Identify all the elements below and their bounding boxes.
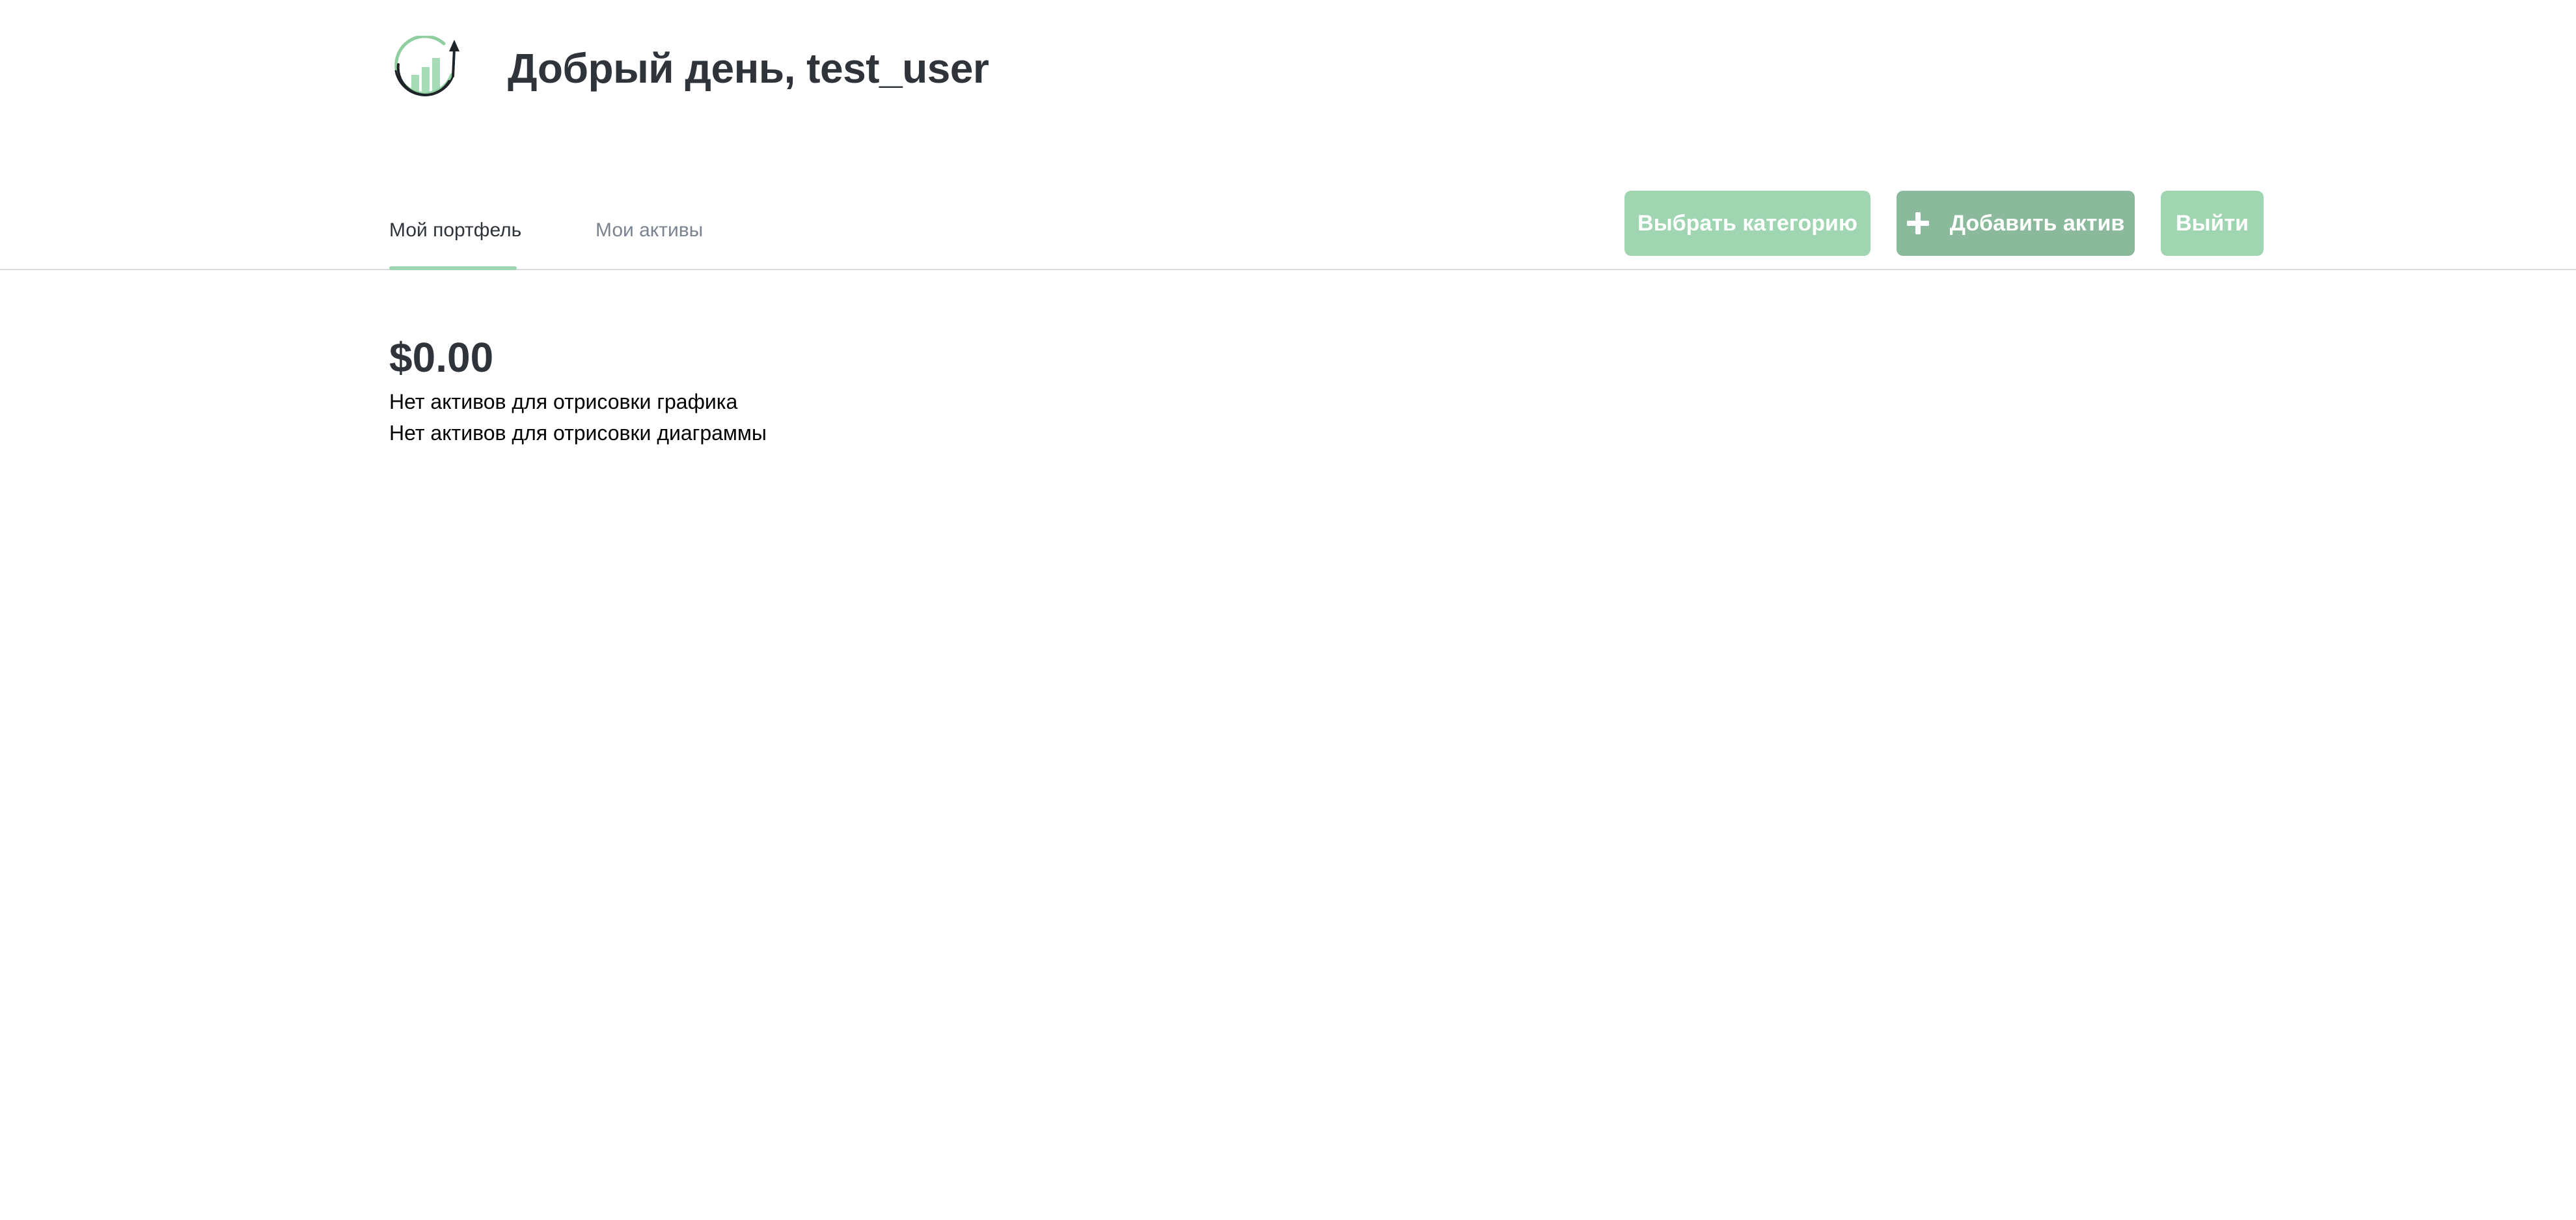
logout-label: Выйти	[2175, 210, 2249, 236]
no-chart-message: Нет активов для отрисовки графика	[389, 390, 738, 413]
header: Добрый день, test_user	[389, 36, 989, 101]
portfolio-content: $0.00 Нет активов для отрисовки графика …	[389, 329, 767, 449]
page: Добрый день, test_user Мой портфель Мои …	[0, 0, 2576, 1220]
growth-chart-logo-icon	[394, 36, 459, 96]
portfolio-total-value: $0.00	[389, 334, 494, 381]
add-asset-button[interactable]: Добавить актив	[1897, 191, 2135, 256]
tab-my-assets[interactable]: Мои активы	[596, 182, 703, 269]
select-category-label: Выбрать категорию	[1637, 210, 1857, 236]
logout-button[interactable]: Выйти	[2161, 191, 2264, 256]
tab-my-portfolio[interactable]: Мой портфель	[389, 182, 521, 270]
no-diagram-message: Нет активов для отрисовки диаграммы	[389, 421, 767, 445]
add-asset-label: Добавить актив	[1949, 210, 2125, 236]
plus-icon	[1906, 212, 1929, 234]
page-title: Добрый день, test_user	[508, 45, 989, 92]
select-category-button[interactable]: Выбрать категорию	[1624, 191, 1870, 256]
